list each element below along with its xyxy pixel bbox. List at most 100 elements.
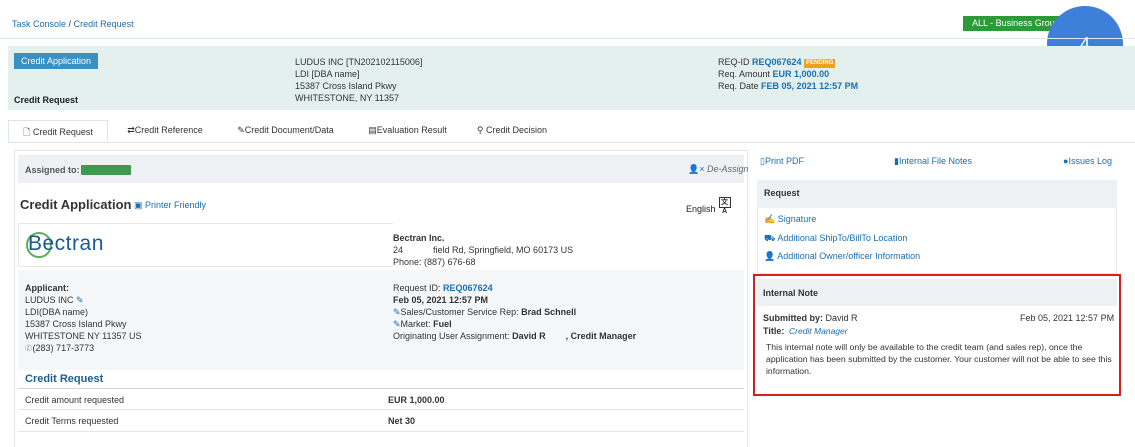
shipto-billto-link[interactable]: ⛟ Additional ShipTo/BillTo Location (764, 233, 907, 245)
signature-icon: ✍ (764, 214, 776, 224)
translate-icon: 文A (718, 197, 731, 215)
city-line: WHITESTONE, NY 11357 (295, 93, 400, 103)
tab-label: Evaluation Result (376, 125, 447, 135)
tab-credit-request[interactable]: 🗋 Credit Request (8, 120, 108, 142)
request-panel-header (757, 180, 1117, 208)
req-id-value: REQ067624 (752, 57, 802, 67)
credit-terms-label: Credit Terms requested (25, 416, 119, 426)
phone-icon: ✆ (25, 343, 33, 353)
bectran-company-info: Bectran Inc. 24 field Rd, Springfield, M… (393, 232, 573, 268)
edit-icon[interactable]: ✎ (76, 295, 84, 305)
shipto-billto-label: Additional ShipTo/BillTo Location (777, 233, 908, 243)
applicant-label: Applicant: (25, 283, 69, 293)
market-value: Fuel (433, 319, 452, 329)
req-date-label: Req. Date (718, 81, 759, 91)
list-icon: ▤ (368, 125, 377, 135)
pen-icon: ✎ (237, 125, 245, 135)
header-company-address: LUDUS INC [TN202102115006] LDI [DBA name… (295, 56, 422, 104)
row-divider (18, 409, 744, 410)
originating-user-label: Originating User Assignment: (393, 331, 510, 341)
dba-line: LDI [DBA name] (295, 69, 360, 79)
originating-user-role: , Credit Manager (565, 331, 637, 341)
company-name-line: LUDUS INC [TN202102115006] (295, 57, 423, 67)
header-title: Credit Request (14, 95, 79, 105)
note-date: Feb 05, 2021 12:57 PM (1020, 313, 1115, 323)
exchange-icon: ⇄ (127, 125, 135, 135)
de-assign-link[interactable]: 👤× De-Assign (688, 164, 749, 175)
sales-rep-label: Sales/Customer Service Rep: (400, 307, 519, 317)
request-date: Feb 05, 2021 12:57 PM (393, 295, 489, 305)
applicant-city: WHITESTONE NY 11357 US (25, 331, 142, 341)
document-icon: 🗋 (23, 127, 31, 137)
request-id-link[interactable]: REQ067624 (443, 283, 493, 293)
issues-log-label: Issues Log (1068, 156, 1112, 166)
assigned-user-redacted (81, 165, 131, 175)
signature-label: Signature (777, 214, 817, 224)
printer-friendly-label: Printer Friendly (145, 200, 207, 210)
bectran-logo: Bectran (28, 232, 104, 255)
user-remove-icon: 👤× (688, 164, 705, 174)
status-badge: PENDING (804, 59, 836, 68)
req-amount-label: Req. Amount (718, 69, 771, 79)
credit-application-button[interactable]: Credit Application (14, 53, 99, 69)
applicant-info: Applicant: LUDUS INC ✎ LDI(DBA name) 153… (25, 282, 142, 354)
internal-file-notes-label: Internal File Notes (898, 156, 972, 166)
edit-icon[interactable]: ✎ (393, 307, 401, 317)
internal-file-notes-link[interactable]: ▮Internal File Notes (894, 156, 972, 167)
tab-label: Credit Request (32, 127, 93, 137)
signature-link[interactable]: ✍ Signature (764, 214, 816, 225)
de-assign-label: De-Assign (706, 164, 749, 174)
tabs-divider (8, 142, 1135, 143)
applicant-phone: (283) 717-3773 (32, 343, 95, 353)
req-amount-value: EUR 1,000.00 (772, 69, 830, 79)
header-request-info: REQ-ID REQ067624 PENDING Req. Amount EUR… (718, 56, 858, 92)
user-icon: 👤 (764, 251, 776, 261)
language-label: English (686, 204, 716, 214)
internal-note-text: This internal note will only be availabl… (766, 342, 1112, 376)
owner-officer-label: Additional Owner/officer Information (777, 251, 921, 261)
breadcrumb-separator: / (68, 19, 72, 29)
originating-user-value: David R (512, 331, 546, 341)
pin-icon: ⚲ (476, 125, 484, 135)
language-toggle[interactable]: English文A (686, 197, 731, 215)
sales-rep-value: Brad Schnell (521, 307, 577, 317)
request-info: Request ID: REQ067624 Feb 05, 2021 12:57… (393, 282, 636, 342)
request-id-label: Request ID: (393, 283, 441, 293)
credit-request-section-title: Credit Request (25, 373, 104, 385)
credit-terms-value: Net 30 (388, 416, 416, 426)
credit-amount-label: Credit amount requested (25, 395, 125, 405)
submitted-by-label: Submitted by: (763, 313, 823, 323)
breadcrumb: Task Console / Credit Request (12, 19, 134, 29)
bectran-name: Bectran Inc. (393, 233, 445, 243)
owner-officer-link[interactable]: 👤 Additional Owner/officer Information (764, 251, 920, 262)
submitted-by-value: David R (825, 313, 858, 323)
issues-log-link[interactable]: ●Issues Log (1063, 156, 1112, 166)
breadcrumb-credit-request[interactable]: Credit Request (74, 19, 134, 29)
req-date-value: FEB 05, 2021 12:57 PM (761, 81, 859, 91)
bectran-address: 24 field Rd, Springfield, MO 60173 US (393, 245, 574, 255)
section-divider (18, 388, 744, 389)
note-role: Credit Manager (789, 326, 848, 336)
breadcrumb-task-console[interactable]: Task Console (12, 19, 66, 29)
request-header (8, 46, 1135, 110)
breadcrumb-divider (0, 38, 1135, 39)
edit-icon[interactable]: ✎ (393, 319, 401, 329)
applicant-street: 15387 Cross Island Pkwy (25, 319, 127, 329)
market-label: Market: (400, 319, 431, 329)
truck-icon: ⛟ (764, 233, 776, 243)
print-pdf-label: Print PDF (764, 156, 804, 166)
internal-note-title: Internal Note (763, 288, 819, 298)
request-panel-title: Request (764, 188, 800, 198)
applicant-dba: LDI(DBA name) (25, 307, 89, 317)
street-line: 15387 Cross Island Pkwy (295, 81, 397, 91)
print-pdf-link[interactable]: ▯Print PDF (760, 156, 804, 167)
printer-friendly-link[interactable]: ▣ Printer Friendly (134, 200, 206, 211)
tab-label: Credit Decision (486, 125, 548, 135)
credit-amount-value: EUR 1,000.00 (388, 395, 445, 405)
tab-label: Credit Document/Data (244, 125, 334, 135)
assigned-label: Assigned to: (25, 165, 80, 175)
row-divider (18, 431, 744, 432)
submitted-by: Submitted by: David R (763, 313, 858, 323)
req-id-label: REQ-ID (718, 57, 750, 67)
credit-application-title: Credit Application (20, 197, 132, 212)
